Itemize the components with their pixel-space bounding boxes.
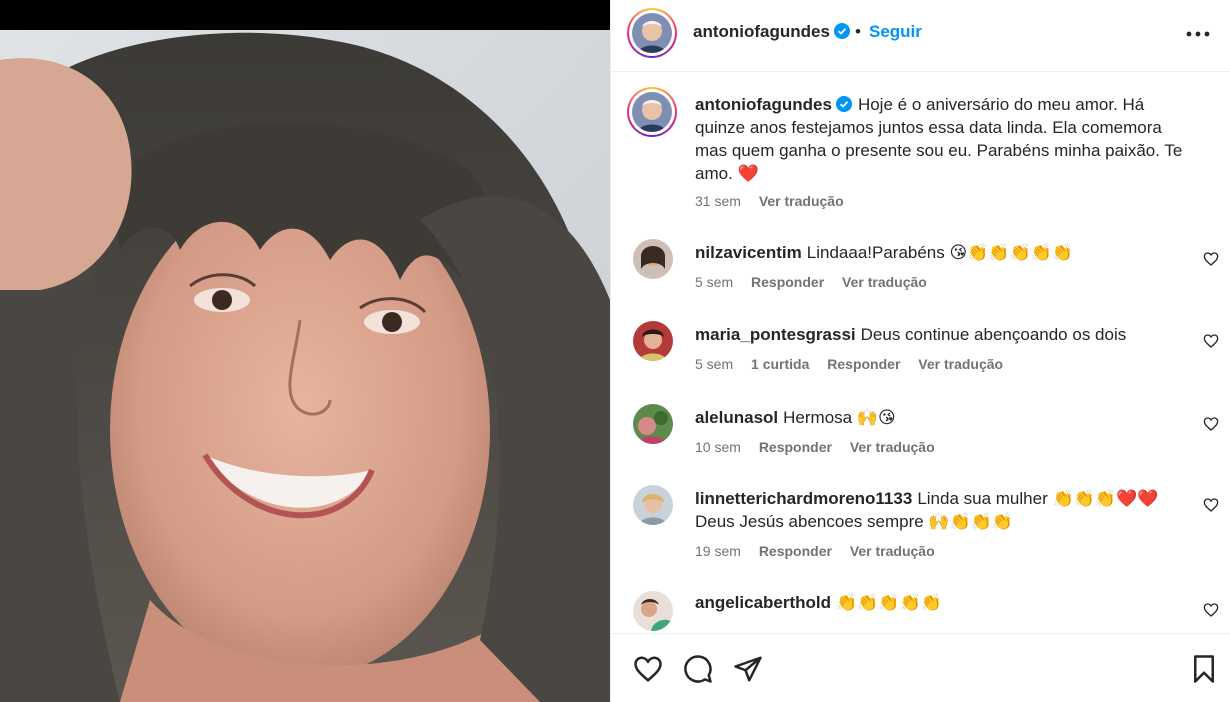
see-translation-button[interactable]: Ver tradução xyxy=(842,274,927,290)
comment-body: maria_pontesgrassi Deus continue abençoan… xyxy=(695,323,1185,346)
see-translation-button[interactable]: Ver tradução xyxy=(850,439,935,455)
comment-meta: 5 sem 1 curtida Responder Ver tradução xyxy=(695,356,1017,372)
post-photo[interactable] xyxy=(0,0,610,702)
comment-text: 👏👏👏👏👏 xyxy=(836,593,942,612)
post-caption: antoniofagundes Hoje é o aniversário do m… xyxy=(695,93,1195,185)
comment-meta: 10 sem Responder Ver tradução xyxy=(695,439,949,455)
heart-outline-icon[interactable] xyxy=(633,654,663,684)
comment-username[interactable]: angelicaberthold xyxy=(695,593,831,612)
comment-meta: 19 sem Responder Ver tradução xyxy=(695,543,949,559)
ellipsis-icon[interactable] xyxy=(1185,24,1211,44)
post-header: antoniofagundes • Seguir xyxy=(611,0,1230,72)
verified-badge-icon xyxy=(835,96,852,112)
see-translation-button[interactable]: Ver tradução xyxy=(918,356,1003,372)
commenter-avatar[interactable] xyxy=(633,404,673,444)
comment-username[interactable]: nilzavicentim xyxy=(695,243,802,262)
heart-outline-icon[interactable] xyxy=(1203,333,1219,349)
reply-button[interactable]: Responder xyxy=(759,543,832,559)
see-translation-button[interactable]: Ver tradução xyxy=(850,543,935,559)
comment-text: Lindaaa!Parabéns 😘👏👏👏👏👏 xyxy=(806,243,1074,262)
comment-timestamp[interactable]: 19 sem xyxy=(695,543,741,559)
heart-outline-icon[interactable] xyxy=(1203,497,1219,513)
bookmark-icon[interactable] xyxy=(1189,654,1219,684)
author-username[interactable]: antoniofagundes xyxy=(693,22,850,42)
reply-button[interactable]: Responder xyxy=(827,356,900,372)
comment-text: Deus continue abençoando os dois xyxy=(860,325,1127,344)
post-side-panel: antoniofagundes • Seguir antoniofagundes… xyxy=(610,0,1230,702)
caption-timestamp[interactable]: 31 sem xyxy=(695,193,741,209)
author-username-text[interactable]: antoniofagundes xyxy=(693,22,830,41)
caption-meta: 31 sem Ver tradução xyxy=(695,193,858,209)
comment-username[interactable]: linnetterichardmoreno1133 xyxy=(695,489,912,508)
verified-badge-icon xyxy=(833,23,850,39)
comment-timestamp[interactable]: 10 sem xyxy=(695,439,741,455)
comment-like-count[interactable]: 1 curtida xyxy=(751,356,809,372)
caption-username[interactable]: antoniofagundes xyxy=(695,95,832,114)
comment-meta: 5 sem Responder Ver tradução xyxy=(695,274,941,290)
caption-author-avatar[interactable] xyxy=(627,87,677,137)
comment-username[interactable]: alelunasol xyxy=(695,408,778,427)
reply-button[interactable]: Responder xyxy=(751,274,824,290)
paper-plane-icon[interactable] xyxy=(733,654,763,684)
author-avatar[interactable] xyxy=(627,8,677,58)
comment-bubble-icon[interactable] xyxy=(683,654,713,684)
comment-timestamp[interactable]: 5 sem xyxy=(695,274,733,290)
comment-text: Hermosa 🙌😘 xyxy=(783,408,896,427)
follow-button[interactable]: Seguir xyxy=(869,22,922,42)
commenter-avatar[interactable] xyxy=(633,485,673,525)
comment-body: angelicaberthold 👏👏👏👏👏 xyxy=(695,591,1185,614)
commenter-avatar[interactable] xyxy=(633,239,673,279)
reply-button[interactable]: Responder xyxy=(759,439,832,455)
heart-outline-icon[interactable] xyxy=(1203,416,1219,432)
separator-dot: • xyxy=(855,22,861,41)
post-action-bar xyxy=(611,633,1230,702)
comments-scroll-area[interactable]: antoniofagundes Hoje é o aniversário do m… xyxy=(611,73,1230,633)
post-photo-illustration xyxy=(0,0,610,702)
commenter-avatar[interactable] xyxy=(633,591,673,631)
comment-body: nilzavicentim Lindaaa!Parabéns 😘👏👏👏👏👏 xyxy=(695,241,1185,264)
caption-see-translation[interactable]: Ver tradução xyxy=(759,193,844,209)
comment-body: linnetterichardmoreno1133 Linda sua mulhe… xyxy=(695,487,1185,533)
comment-timestamp[interactable]: 5 sem xyxy=(695,356,733,372)
heart-outline-icon[interactable] xyxy=(1203,251,1219,267)
comment-username[interactable]: maria_pontesgrassi xyxy=(695,325,856,344)
heart-outline-icon[interactable] xyxy=(1203,602,1219,618)
commenter-avatar[interactable] xyxy=(633,321,673,361)
comment-body: alelunasol Hermosa 🙌😘 xyxy=(695,406,1185,429)
